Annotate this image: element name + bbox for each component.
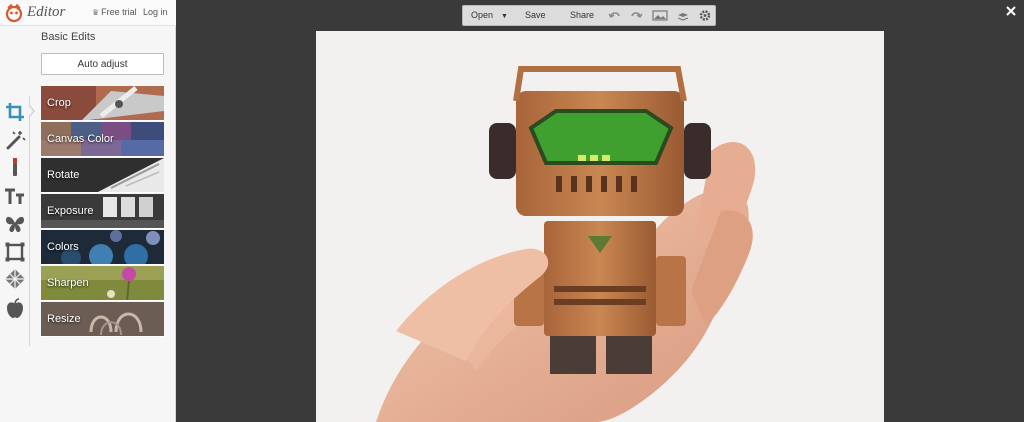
edit-item-resize[interactable]: Resize [41,302,164,337]
photo-canvas[interactable] [316,31,884,422]
edit-item-label: Crop [47,97,71,109]
active-tool-pointer [28,104,35,118]
save-button[interactable]: Save [525,6,546,25]
share-button[interactable]: Share [570,6,594,25]
edit-item-crop[interactable]: Crop [41,86,164,121]
open-menu[interactable]: Open ▼ [471,6,508,25]
brush-icon[interactable] [4,156,26,178]
layers-icon[interactable] [676,6,690,25]
chevron-down-icon: ▼ [501,13,508,20]
edit-item-canvas-color[interactable]: Canvas Color [41,122,164,157]
top-bar: Editor ♛ Free trial Log in [0,0,176,26]
open-label: Open [471,10,494,20]
free-trial-label: Free trial [101,7,137,17]
sidebar: Editor ♛ Free trial Log in Basic Edits Au… [0,0,176,422]
image-icon[interactable] [651,6,669,25]
magic-wand-icon[interactable] [4,129,26,151]
undo-icon[interactable] [608,6,622,25]
edit-item-label: Colors [47,241,79,253]
auto-adjust-button[interactable]: Auto adjust [41,53,164,75]
butterfly-icon[interactable] [4,213,26,235]
edit-item-label: Sharpen [47,277,89,289]
text-icon[interactable] [4,186,26,208]
crown-icon: ♛ [92,8,100,17]
edit-item-label: Canvas Color [47,133,114,145]
free-trial-link[interactable]: ♛ Free trial [92,7,137,17]
brand-name: Editor [27,4,66,20]
crop-icon[interactable] [4,101,26,123]
frame-icon[interactable] [4,241,26,263]
edit-item-label: Rotate [47,169,80,181]
close-icon[interactable] [1004,4,1018,18]
edit-item-sharpen[interactable]: Sharpen [41,266,164,301]
panel-title: Basic Edits [41,31,96,43]
login-link[interactable]: Log in [143,7,168,17]
edit-item-rotate[interactable]: Rotate [41,158,164,193]
gear-icon[interactable] [699,6,711,25]
edit-item-colors[interactable]: Colors [41,230,164,265]
texture-icon[interactable] [4,268,26,290]
tool-divider [29,96,30,346]
edit-item-label: Resize [47,313,81,325]
redo-icon[interactable] [629,6,643,25]
edit-item-label: Exposure [47,205,94,217]
logo-icon [5,3,23,23]
apple-icon[interactable] [4,297,26,319]
edit-item-exposure[interactable]: Exposure [41,194,164,229]
editor-toolbar: Open ▼ Save Share [462,5,716,26]
